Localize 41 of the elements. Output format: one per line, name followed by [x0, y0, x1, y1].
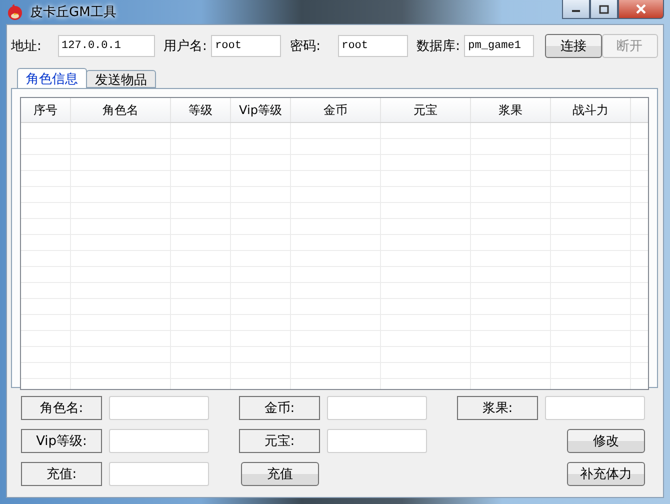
input-field[interactable]	[327, 429, 427, 453]
field-label: 用户名:	[164, 38, 208, 55]
field-label: 地址:	[11, 38, 42, 55]
column-header[interactable]: 序号	[21, 98, 71, 122]
column-header[interactable]: 角色名	[71, 98, 171, 122]
input-field[interactable]: root	[338, 35, 408, 57]
input-field[interactable]	[109, 396, 209, 420]
input-field[interactable]	[327, 396, 427, 420]
input-field[interactable]	[109, 462, 209, 486]
field-label: 角色名:	[21, 396, 102, 420]
input-field[interactable]	[545, 396, 645, 420]
tab[interactable]: 发送物品	[86, 70, 156, 88]
column-header[interactable]: 战斗力	[551, 98, 631, 122]
connect-button[interactable]: 连接	[545, 34, 602, 58]
field-label: 数据库:	[416, 38, 461, 55]
close-button[interactable]	[618, 0, 664, 19]
window-title: 皮卡丘GM工具	[30, 4, 116, 21]
tab[interactable]: 角色信息	[17, 68, 87, 88]
column-header[interactable]: 等级	[171, 98, 231, 122]
field-label: 元宝:	[239, 429, 320, 453]
input-field[interactable]: root	[211, 35, 282, 57]
column-header[interactable]: 元宝	[381, 98, 471, 122]
field-label: 充值:	[21, 462, 102, 486]
maximize-button[interactable]	[590, 0, 618, 19]
close-icon	[635, 4, 647, 14]
input-field[interactable]: 127.0.0.1	[58, 35, 155, 57]
bird-icon	[6, 4, 24, 20]
input-field[interactable]: pm_game1	[464, 35, 534, 57]
input-field[interactable]	[109, 429, 209, 453]
field-label: Vip等级:	[21, 429, 102, 453]
action-button[interactable]: 充值	[241, 462, 319, 486]
column-header[interactable]: Vip等级	[231, 98, 291, 122]
field-label: 金币:	[239, 396, 320, 420]
action-button[interactable]: 修改	[567, 429, 645, 453]
minimize-button[interactable]	[562, 0, 590, 19]
column-header[interactable]: 浆果	[471, 98, 551, 122]
action-button[interactable]: 补充体力	[567, 462, 645, 486]
field-label: 浆果:	[457, 396, 538, 420]
column-header[interactable]: 金币	[291, 98, 381, 122]
maximize-icon	[599, 4, 609, 14]
field-label: 密码:	[290, 38, 322, 55]
